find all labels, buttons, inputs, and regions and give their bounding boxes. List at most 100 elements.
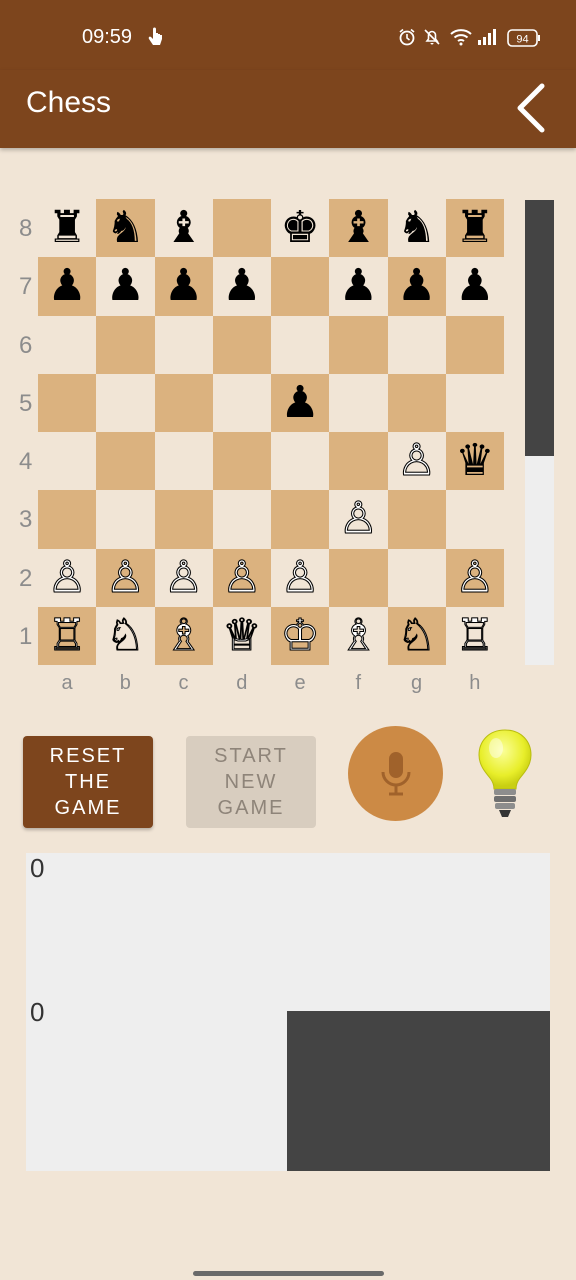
square-c1[interactable]: ♗ bbox=[154, 606, 213, 665]
chess-piece[interactable]: ♗ bbox=[338, 613, 378, 658]
square-e8[interactable]: ♚ bbox=[271, 199, 330, 258]
square-a3[interactable] bbox=[38, 490, 97, 549]
square-h3[interactable] bbox=[445, 490, 504, 549]
square-a4[interactable] bbox=[38, 432, 97, 491]
square-h7[interactable]: ♟ bbox=[445, 257, 504, 316]
square-f1[interactable]: ♗ bbox=[329, 606, 388, 665]
square-c6[interactable] bbox=[154, 315, 213, 374]
square-g5[interactable] bbox=[387, 373, 446, 432]
chess-piece[interactable]: ♗ bbox=[163, 613, 203, 658]
square-h6[interactable] bbox=[445, 315, 504, 374]
square-f6[interactable] bbox=[329, 315, 388, 374]
chess-piece[interactable]: ♟ bbox=[339, 264, 378, 308]
square-b2[interactable]: ♙ bbox=[96, 548, 155, 607]
square-h1[interactable]: ♖ bbox=[445, 606, 504, 665]
home-indicator[interactable] bbox=[193, 1271, 384, 1276]
square-b7[interactable]: ♟ bbox=[96, 257, 155, 316]
chess-piece[interactable]: ♟ bbox=[106, 264, 145, 308]
square-g8[interactable]: ♞ bbox=[387, 199, 446, 258]
square-e5[interactable]: ♟ bbox=[271, 373, 330, 432]
square-f5[interactable] bbox=[329, 373, 388, 432]
scrollbar-track[interactable] bbox=[525, 200, 554, 665]
voice-input-button[interactable] bbox=[348, 726, 443, 821]
chess-piece[interactable]: ♟ bbox=[455, 264, 494, 308]
square-d5[interactable] bbox=[212, 373, 271, 432]
chess-piece[interactable]: ♟ bbox=[397, 264, 436, 308]
square-f7[interactable]: ♟ bbox=[329, 257, 388, 316]
square-g2[interactable] bbox=[387, 548, 446, 607]
chess-piece[interactable]: ♘ bbox=[396, 613, 436, 658]
chess-piece[interactable]: ♜ bbox=[455, 206, 494, 250]
square-b8[interactable]: ♞ bbox=[96, 199, 155, 258]
chess-piece[interactable]: ♝ bbox=[164, 206, 203, 250]
square-e1[interactable]: ♔ bbox=[271, 606, 330, 665]
chess-piece[interactable]: ♙ bbox=[163, 555, 203, 600]
chess-piece[interactable]: ♛ bbox=[455, 439, 494, 483]
chess-piece[interactable]: ♙ bbox=[280, 555, 320, 600]
square-c7[interactable]: ♟ bbox=[154, 257, 213, 316]
square-d7[interactable]: ♟ bbox=[212, 257, 271, 316]
square-b4[interactable] bbox=[96, 432, 155, 491]
square-a8[interactable]: ♜ bbox=[38, 199, 97, 258]
hint-button[interactable] bbox=[474, 728, 536, 820]
chess-board[interactable]: ♜ ♞ ♝ ♚ ♝ ♞ ♜ ♟ ♟ ♟ ♟ ♟ ♟ ♟ ♟ ♙ ♛ ♙ ♙ ♙ ♙ ♙ ♙ ♙ ♖ ♘ ♗ ♕ ♔ ♗ ♘ ♖ bbox=[38, 199, 504, 665]
chess-piece[interactable]: ♖ bbox=[455, 613, 495, 658]
square-g6[interactable] bbox=[387, 315, 446, 374]
square-a7[interactable]: ♟ bbox=[38, 257, 97, 316]
square-e2[interactable]: ♙ bbox=[271, 548, 330, 607]
chess-piece[interactable]: ♜ bbox=[47, 206, 86, 250]
square-b5[interactable] bbox=[96, 373, 155, 432]
square-d4[interactable] bbox=[212, 432, 271, 491]
square-f2[interactable] bbox=[329, 548, 388, 607]
square-e7[interactable] bbox=[271, 257, 330, 316]
chess-piece[interactable]: ♟ bbox=[222, 264, 261, 308]
chess-piece[interactable]: ♞ bbox=[106, 206, 145, 250]
square-h8[interactable]: ♜ bbox=[445, 199, 504, 258]
square-c3[interactable] bbox=[154, 490, 213, 549]
chess-piece[interactable]: ♙ bbox=[396, 438, 436, 483]
chess-piece[interactable]: ♝ bbox=[339, 206, 378, 250]
square-a2[interactable]: ♙ bbox=[38, 548, 97, 607]
square-a1[interactable]: ♖ bbox=[38, 606, 97, 665]
square-d3[interactable] bbox=[212, 490, 271, 549]
scrollbar-thumb[interactable] bbox=[525, 200, 554, 456]
square-b1[interactable]: ♘ bbox=[96, 606, 155, 665]
square-b3[interactable] bbox=[96, 490, 155, 549]
square-f4[interactable] bbox=[329, 432, 388, 491]
square-d1[interactable]: ♕ bbox=[212, 606, 271, 665]
square-b6[interactable] bbox=[96, 315, 155, 374]
square-c5[interactable] bbox=[154, 373, 213, 432]
chess-piece[interactable]: ♕ bbox=[222, 613, 262, 658]
chess-piece[interactable]: ♙ bbox=[455, 555, 495, 600]
chess-piece[interactable]: ♙ bbox=[105, 555, 145, 600]
square-e3[interactable] bbox=[271, 490, 330, 549]
chess-piece[interactable]: ♟ bbox=[47, 264, 86, 308]
square-c4[interactable] bbox=[154, 432, 213, 491]
square-e4[interactable] bbox=[271, 432, 330, 491]
chess-piece[interactable]: ♘ bbox=[105, 613, 145, 658]
square-a6[interactable] bbox=[38, 315, 97, 374]
chess-piece[interactable]: ♙ bbox=[222, 555, 262, 600]
chess-piece[interactable]: ♟ bbox=[280, 380, 319, 425]
chess-piece[interactable]: ♖ bbox=[47, 613, 87, 658]
square-f8[interactable]: ♝ bbox=[329, 199, 388, 258]
square-c8[interactable]: ♝ bbox=[154, 199, 213, 258]
square-h2[interactable]: ♙ bbox=[445, 548, 504, 607]
square-h5[interactable] bbox=[445, 373, 504, 432]
square-d6[interactable] bbox=[212, 315, 271, 374]
chess-piece[interactable]: ♔ bbox=[280, 613, 320, 658]
square-f3[interactable]: ♙ bbox=[329, 490, 388, 549]
reset-game-button[interactable]: RESET THE GAME bbox=[23, 736, 153, 828]
square-d8[interactable] bbox=[212, 199, 271, 258]
back-button[interactable] bbox=[506, 78, 558, 138]
square-a5[interactable] bbox=[38, 373, 97, 432]
square-g7[interactable]: ♟ bbox=[387, 257, 446, 316]
square-g4[interactable]: ♙ bbox=[387, 432, 446, 491]
square-g1[interactable]: ♘ bbox=[387, 606, 446, 665]
chess-piece[interactable]: ♟ bbox=[164, 264, 203, 308]
start-new-game-button[interactable]: START NEW GAME bbox=[186, 736, 316, 828]
square-h4[interactable]: ♛ bbox=[445, 432, 504, 491]
square-c2[interactable]: ♙ bbox=[154, 548, 213, 607]
square-g3[interactable] bbox=[387, 490, 446, 549]
chess-piece[interactable]: ♙ bbox=[47, 555, 87, 600]
